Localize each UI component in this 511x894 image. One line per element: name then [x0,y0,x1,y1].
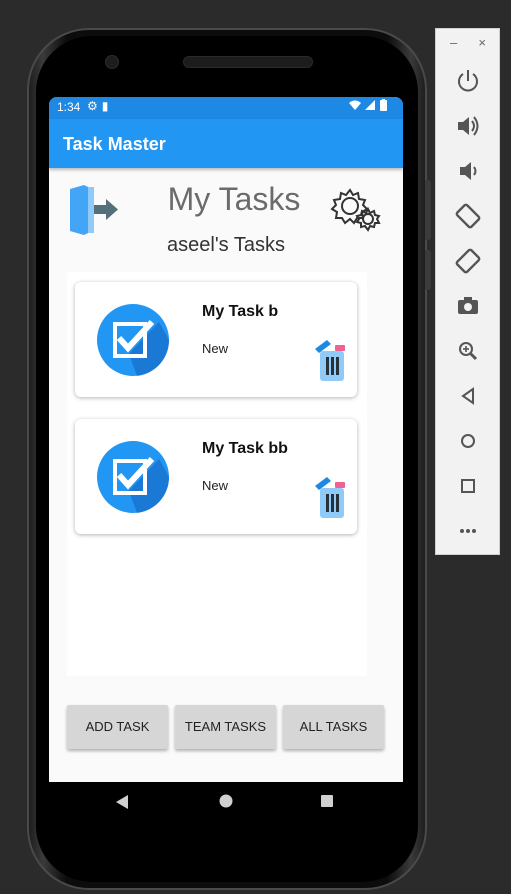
nav-home-icon[interactable] [219,794,233,808]
power-icon[interactable] [454,67,482,95]
nav-back-icon[interactable] [115,794,129,810]
rotate-right-icon[interactable] [454,247,482,275]
user-tasks-heading: aseel's Tasks [167,234,285,256]
logout-icon[interactable] [68,183,120,237]
volume-up-icon[interactable] [454,112,482,140]
trash-icon[interactable] [315,339,347,381]
task-check-icon [97,441,169,513]
power-side-button [425,250,431,290]
status-signal-battery-icons [349,99,395,116]
earpiece-speaker [184,57,312,67]
toolbar-minimize-button[interactable]: – [450,35,457,50]
emulator-toolbar: – × [435,28,500,555]
device-screen: 1:34 ⚙▮ Task Master My Tasks aseel's Tas… [49,97,403,782]
front-camera [106,56,118,68]
status-notification-icons: ⚙▮ [87,99,113,113]
nav-overview-icon[interactable] [320,794,334,808]
task-title: My Task bb [202,440,288,457]
screenshot-camera-icon[interactable] [454,292,482,320]
task-check-icon [97,304,169,376]
add-task-button[interactable]: ADD TASK [67,705,168,749]
rotate-left-icon[interactable] [454,202,482,230]
task-list[interactable]: My Task b New My Task bb New [67,272,367,676]
trash-icon[interactable] [315,476,347,518]
team-tasks-button[interactable]: TEAM TASKS [175,705,276,749]
app-title: Task Master [63,134,166,154]
toolbar-window-controls: – × [436,35,499,53]
volume-side-button [425,180,431,240]
toolbar-close-button[interactable]: × [478,35,486,50]
home-icon[interactable] [454,427,482,455]
system-nav-bar [49,782,403,824]
back-icon[interactable] [454,382,482,410]
more-icon[interactable] [454,517,482,545]
settings-icon[interactable] [330,186,384,234]
status-time: 1:34 [57,100,81,114]
signal-icon [349,99,387,111]
task-card[interactable]: My Task bb New [75,419,357,534]
task-card[interactable]: My Task b New [75,282,357,397]
page-title: My Tasks [167,181,301,217]
all-tasks-button[interactable]: ALL TASKS [283,705,384,749]
task-state: New [202,478,229,493]
zoom-icon[interactable] [454,337,482,365]
task-state: New [202,341,229,356]
overview-icon[interactable] [454,472,482,500]
status-bar: 1:34 ⚙▮ [49,97,403,119]
app-bar: Task Master [49,119,403,168]
volume-down-icon[interactable] [454,157,482,185]
task-title: My Task b [202,303,279,320]
